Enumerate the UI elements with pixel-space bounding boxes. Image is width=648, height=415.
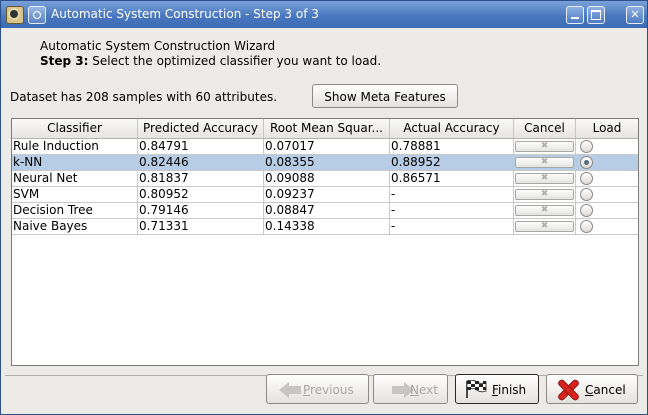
table-row[interactable]: Decision Tree 0.79146 0.08847- ✖ bbox=[12, 203, 638, 219]
table-header: Classifier Predicted Accuracy Root Mean … bbox=[12, 119, 638, 139]
column-header-rmse[interactable]: Root Mean Squar... bbox=[264, 119, 390, 138]
step-text: Select the optimized classifier you want… bbox=[88, 54, 382, 68]
table-row[interactable]: Rule Induction 0.84791 0.07017 0.78881 ✖ bbox=[12, 139, 638, 155]
dataset-summary: Dataset has 208 samples with 60 attribut… bbox=[10, 90, 278, 104]
maximize-icon[interactable] bbox=[587, 6, 605, 24]
next-label: Next bbox=[410, 383, 438, 397]
row-actual-accuracy: - bbox=[390, 203, 514, 219]
table-row[interactable]: Naive Bayes 0.71331 0.14338- ✖ bbox=[12, 219, 638, 235]
row-actual-accuracy: - bbox=[390, 219, 514, 235]
arrow-left-icon bbox=[279, 382, 301, 398]
row-classifier: Rule Induction bbox=[12, 139, 138, 155]
column-header-classifier[interactable]: Classifier bbox=[12, 119, 138, 138]
row-rmse: 0.08847 bbox=[264, 203, 390, 219]
row-cancel-button[interactable]: ✖ bbox=[515, 173, 574, 184]
window-menu-icon[interactable] bbox=[28, 6, 46, 24]
row-cancel-button[interactable]: ✖ bbox=[515, 205, 574, 216]
row-predicted-accuracy: 0.84791 bbox=[138, 139, 264, 155]
row-load-radio[interactable] bbox=[580, 220, 593, 233]
row-cancel-button[interactable]: ✖ bbox=[515, 221, 574, 232]
row-load-radio[interactable] bbox=[580, 204, 593, 217]
row-actual-accuracy: 0.86571 bbox=[390, 171, 514, 187]
row-rmse: 0.08355 bbox=[264, 155, 390, 171]
row-classifier: Naive Bayes bbox=[12, 219, 138, 235]
row-classifier: Neural Net bbox=[12, 171, 138, 187]
finish-button[interactable]: Finish bbox=[455, 374, 539, 404]
row-load-radio[interactable] bbox=[580, 140, 593, 153]
wizard-heading: Automatic System Construction Wizard bbox=[40, 39, 276, 53]
wizard-window: Automatic System Construction - Step 3 o… bbox=[0, 0, 648, 415]
row-rmse: 0.14338 bbox=[264, 219, 390, 235]
column-header-load[interactable]: Load bbox=[576, 119, 638, 138]
checkered-flag-icon bbox=[466, 380, 487, 398]
row-predicted-accuracy: 0.82446 bbox=[138, 155, 264, 171]
row-load-radio[interactable] bbox=[580, 172, 593, 185]
red-x-icon bbox=[557, 379, 579, 401]
row-cancel-button[interactable]: ✖ bbox=[515, 157, 574, 168]
cancel-button[interactable]: Cancel bbox=[546, 374, 638, 404]
close-icon[interactable]: ✕ bbox=[626, 6, 644, 24]
classifier-table: Classifier Predicted Accuracy Root Mean … bbox=[11, 118, 639, 366]
next-button[interactable]: Next bbox=[373, 374, 448, 404]
cancel-label: Cancel bbox=[585, 383, 626, 397]
row-predicted-accuracy: 0.79146 bbox=[138, 203, 264, 219]
column-header-predicted-accuracy[interactable]: Predicted Accuracy bbox=[138, 119, 264, 138]
row-rmse: 0.07017 bbox=[264, 139, 390, 155]
column-header-actual-accuracy[interactable]: Actual Accuracy bbox=[390, 119, 514, 138]
row-classifier: Decision Tree bbox=[12, 203, 138, 219]
row-load-radio[interactable] bbox=[580, 188, 593, 201]
previous-label: Previous bbox=[303, 383, 354, 397]
row-predicted-accuracy: 0.80952 bbox=[138, 187, 264, 203]
show-meta-features-button[interactable]: Show Meta Features bbox=[312, 84, 458, 108]
window-title: Automatic System Construction - Step 3 o… bbox=[51, 7, 319, 21]
column-header-cancel[interactable]: Cancel bbox=[514, 119, 576, 138]
row-cancel-button[interactable]: ✖ bbox=[515, 189, 574, 200]
row-actual-accuracy: 0.88952 bbox=[390, 155, 514, 171]
minimize-icon[interactable] bbox=[566, 6, 584, 24]
row-rmse: 0.09088 bbox=[264, 171, 390, 187]
previous-button[interactable]: Previous bbox=[266, 374, 369, 404]
row-classifier: SVM bbox=[12, 187, 138, 203]
table-row[interactable]: Neural Net 0.81837 0.09088 0.86571 ✖ bbox=[12, 171, 638, 187]
table-row[interactable]: SVM 0.80952 0.09237- ✖ bbox=[12, 187, 638, 203]
title-bar[interactable]: Automatic System Construction - Step 3 o… bbox=[1, 1, 647, 28]
row-rmse: 0.09237 bbox=[264, 187, 390, 203]
row-cancel-button[interactable]: ✖ bbox=[515, 141, 574, 152]
app-icon bbox=[6, 6, 24, 24]
step-instruction: Step 3: Select the optimized classifier … bbox=[40, 54, 381, 68]
row-actual-accuracy: - bbox=[390, 187, 514, 203]
row-predicted-accuracy: 0.71331 bbox=[138, 219, 264, 235]
table-row[interactable]: k-NN 0.82446 0.08355 0.88952 ✖ bbox=[12, 155, 638, 171]
row-classifier: k-NN bbox=[12, 155, 138, 171]
step-label: Step 3: bbox=[40, 54, 89, 68]
row-load-radio[interactable] bbox=[580, 156, 593, 169]
row-actual-accuracy: 0.78881 bbox=[390, 139, 514, 155]
row-predicted-accuracy: 0.81837 bbox=[138, 171, 264, 187]
finish-label: Finish bbox=[492, 383, 527, 397]
